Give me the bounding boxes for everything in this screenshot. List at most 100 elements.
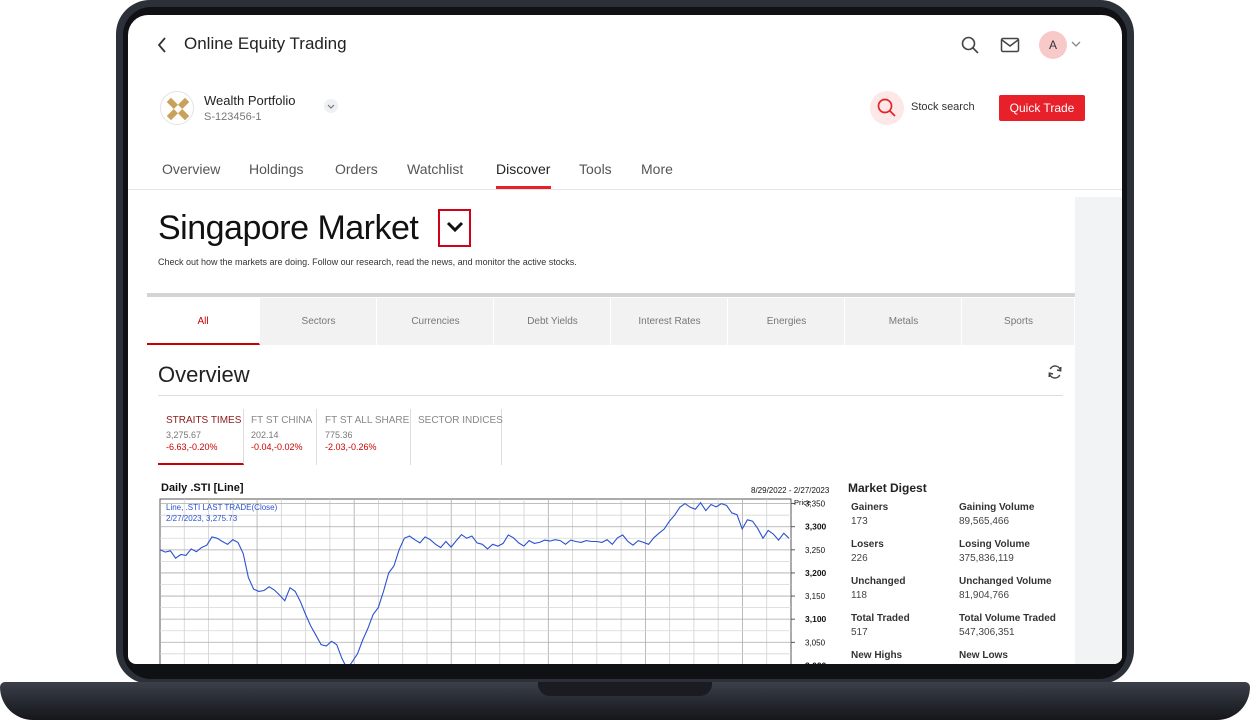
- cat-tab-sectors[interactable]: Sectors: [261, 298, 377, 345]
- tab-tools[interactable]: Tools: [579, 161, 612, 177]
- chart-date-range: 8/29/2022 - 2/27/2023: [751, 486, 830, 495]
- cat-tab-energies[interactable]: Energies: [729, 298, 845, 345]
- portfolio-chevron-icon[interactable]: [324, 99, 338, 113]
- sti-line-chart[interactable]: 3,3503,3003,2503,2003,1503,1003,0503,000…: [157, 495, 837, 664]
- index-name: SECTOR INDICES: [418, 415, 503, 426]
- index-tab-sector-indices[interactable]: SECTOR INDICES: [410, 409, 503, 465]
- digest-label: Unchanged Volume: [959, 576, 1052, 587]
- index-change: -6.63,-0.20%: [166, 442, 218, 452]
- digest-gaining-volume: Gaining Volume 89,565,466: [959, 502, 1069, 527]
- chart-legend-last-value: 2/27/2023, 3,275.73: [166, 514, 238, 523]
- tab-watchlist[interactable]: Watchlist: [407, 161, 463, 177]
- index-value: 202.14: [251, 430, 279, 440]
- cat-tab-interest-rates[interactable]: Interest Rates: [612, 298, 728, 345]
- digest-value: 547,306,351: [959, 627, 1015, 638]
- cat-tab-metals[interactable]: Metals: [846, 298, 962, 345]
- tab-discover[interactable]: Discover: [496, 161, 550, 177]
- index-change: -2.03,-0.26%: [325, 442, 377, 452]
- market-title: Singapore Market: [158, 209, 419, 247]
- digest-label: Total Traded: [851, 613, 910, 624]
- digest-label: Gainers: [851, 502, 889, 513]
- digest-value: 375,836,119: [959, 553, 1014, 564]
- y-tick-label: 3,050: [805, 638, 826, 647]
- mail-icon[interactable]: [1000, 36, 1020, 54]
- tab-more[interactable]: More: [641, 161, 673, 177]
- market-subtitle: Check out how the markets are doing. Fol…: [158, 257, 577, 267]
- index-change: -0.04,-0.02%: [251, 442, 303, 452]
- portfolio-name[interactable]: Wealth Portfolio: [204, 93, 296, 108]
- category-tabs: All Sectors Currencies Debt Yields Inter…: [147, 298, 1075, 345]
- tab-overview[interactable]: Overview: [162, 161, 220, 177]
- active-tab-indicator: [496, 186, 551, 189]
- overview-title: Overview: [158, 362, 250, 387]
- cat-tab-currencies[interactable]: Currencies: [378, 298, 494, 345]
- chart-legend-series: Line, .STI LAST TRADE(Close): [166, 503, 278, 512]
- screen: Online Equity Trading A Wealth Portfolio…: [128, 15, 1122, 664]
- cat-tab-sports[interactable]: Sports: [963, 298, 1075, 345]
- digest-label: Unchanged: [851, 576, 906, 587]
- digest-gainers: Gainers 173: [851, 502, 961, 527]
- index-value: 3,275.67: [166, 430, 202, 440]
- divider: [147, 293, 1075, 297]
- digest-value: 173: [851, 516, 868, 527]
- digest-unchanged: Unchanged 118: [851, 576, 961, 601]
- index-name: FT ST CHINA: [251, 415, 313, 426]
- index-tab-ft-st-all-share[interactable]: FT ST ALL SHARE 775.36 -2.03,-0.26%: [317, 409, 411, 465]
- app-title: Online Equity Trading: [184, 34, 347, 53]
- index-tab-straits-times[interactable]: STRAITS TIMES 3,275.67 -6.63,-0.20%: [158, 409, 244, 465]
- chevron-down-icon[interactable]: [446, 218, 464, 236]
- y-tick-label: 3,250: [805, 546, 826, 555]
- portfolio-id: S-123456-1: [204, 111, 262, 123]
- digest-total-volume-traded: Total Volume Traded 547,306,351: [959, 613, 1069, 638]
- cat-tab-all[interactable]: All: [147, 298, 260, 345]
- laptop-notch: [538, 682, 712, 696]
- market-panel: Singapore Market Check out how the marke…: [147, 197, 1075, 664]
- market-digest-title: Market Digest: [848, 481, 927, 495]
- y-tick-label: 3,200: [805, 568, 827, 578]
- cat-tab-debt-yields[interactable]: Debt Yields: [495, 298, 611, 345]
- divider: [158, 395, 1063, 396]
- digest-label: Losers: [851, 539, 884, 550]
- digest-new-lows: New Lows: [959, 650, 1069, 664]
- y-tick-label: 3,300: [805, 522, 827, 532]
- digest-unchanged-volume: Unchanged Volume 81,904,766: [959, 576, 1069, 601]
- app-header: Online Equity Trading A: [128, 15, 1122, 75]
- search-icon[interactable]: [960, 35, 980, 55]
- tab-orders[interactable]: Orders: [335, 161, 378, 177]
- digest-value: 226: [851, 553, 868, 564]
- digest-label: New Lows: [959, 650, 1008, 661]
- stock-search-label: Stock search: [911, 101, 975, 113]
- index-name: STRAITS TIMES: [166, 415, 242, 426]
- index-name: FT ST ALL SHARE: [325, 415, 410, 426]
- digest-losing-volume: Losing Volume 375,836,119: [959, 539, 1069, 564]
- market-dropdown-button[interactable]: [438, 209, 471, 247]
- digest-new-highs: New Highs: [851, 650, 961, 664]
- digest-label: Gaining Volume: [959, 502, 1035, 513]
- y-tick-label: 3,150: [805, 592, 826, 601]
- y-tick-label: 3,100: [805, 614, 827, 624]
- digest-value: 118: [851, 590, 867, 601]
- refresh-icon[interactable]: [1047, 364, 1063, 380]
- tab-holdings[interactable]: Holdings: [249, 161, 303, 177]
- digest-label: New Highs: [851, 650, 903, 661]
- right-gutter: [1075, 197, 1122, 664]
- chevron-down-icon[interactable]: [1070, 37, 1082, 51]
- stock-search-button[interactable]: Stock search: [870, 91, 990, 125]
- quick-trade-button[interactable]: Quick Trade: [999, 95, 1085, 121]
- digest-total-traded: Total Traded 517: [851, 613, 961, 638]
- portfolio-logo-icon: [160, 91, 194, 125]
- y-tick-label: 3,000: [805, 660, 827, 664]
- digest-value: 517: [851, 627, 868, 638]
- digest-label: Losing Volume: [959, 539, 1030, 550]
- avatar[interactable]: A: [1039, 31, 1067, 59]
- index-value: 775.36: [325, 430, 353, 440]
- chart-title: Daily .STI [Line]: [161, 482, 244, 494]
- main-nav: Overview Holdings Orders Watchlist Disco…: [128, 150, 1122, 190]
- y-axis-label: Price: [794, 498, 811, 507]
- stock-search-icon[interactable]: [870, 91, 904, 125]
- digest-value: 89,565,466: [959, 516, 1010, 527]
- back-chevron-icon[interactable]: [156, 33, 172, 57]
- digest-label: Total Volume Traded: [959, 613, 1056, 624]
- index-tab-ft-st-china[interactable]: FT ST CHINA 202.14 -0.04,-0.02%: [243, 409, 317, 465]
- digest-losers: Losers 226: [851, 539, 961, 564]
